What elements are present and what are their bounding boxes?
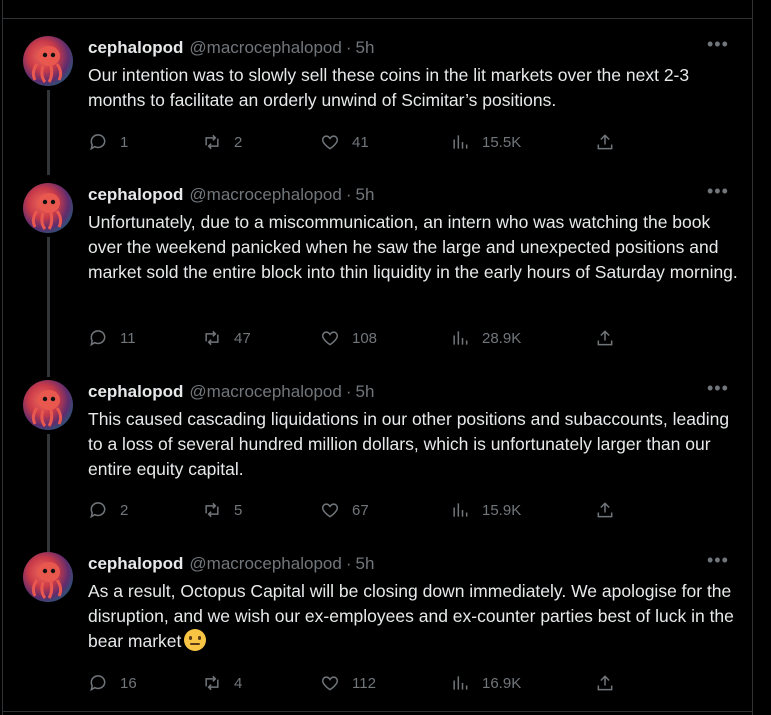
author-name[interactable]: cephalopod [88,554,183,573]
views-chart-icon [453,676,468,690]
more-horizontal-icon[interactable]: ••• [707,379,731,397]
tweet-header: cephalopod @macrocephalopod · 5h [88,554,374,574]
tweet-header: cephalopod @macrocephalopod · 5h [88,38,374,58]
more-horizontal-icon[interactable]: ••• [707,551,731,569]
separator-dot: · [345,554,352,573]
separator-dot: · [345,382,352,401]
retweet-button[interactable]: 4 [202,672,242,694]
reply-count: 16 [120,674,137,692]
tweet-actions: 16 4 112 16.9K [88,672,728,694]
share-icon [597,675,613,691]
author-name[interactable]: cephalopod [88,38,183,57]
retweet-count: 4 [234,674,243,692]
octopus-avatar-icon [31,562,63,599]
tweet-thread: cephalopod @macrocephalopod · 5h ••• Our in… [0,0,771,715]
octopus-avatar-icon [31,390,63,427]
tweet-text: Unfortunately, due to a miscommunication… [88,212,738,282]
tweet-text: As a result, Octopus Capital will be clo… [88,579,738,654]
separator-dot: · [345,185,352,204]
share-button[interactable] [595,672,615,694]
tweet-text: This caused cascading liquidations in ou… [88,409,730,479]
author-handle[interactable]: @macrocephalopod [189,382,341,401]
tweet[interactable]: cephalopod @macrocephalopod · 5h ••• As a r… [0,516,752,706]
author-name[interactable]: cephalopod [88,382,183,401]
tweet-header: cephalopod @macrocephalopod · 5h [88,185,374,205]
more-horizontal-icon[interactable]: ••• [707,35,731,53]
avatar[interactable] [23,36,73,86]
timestamp[interactable]: 5h [355,554,374,573]
tweet[interactable]: cephalopod @macrocephalopod · 5h ••• Unfort… [0,147,752,377]
heart-icon [321,676,339,691]
avatar[interactable] [23,183,73,233]
reply-button[interactable]: 16 [88,672,137,694]
avatar[interactable] [23,552,73,602]
timestamp[interactable]: 5h [355,382,374,401]
salute-emoji-icon [184,629,207,651]
more-horizontal-icon[interactable]: ••• [707,182,731,200]
timestamp[interactable]: 5h [355,38,374,57]
retweet-icon [205,675,219,691]
tweet[interactable]: cephalopod @macrocephalopod · 5h ••• This c… [0,344,752,552]
avatar[interactable] [23,380,73,430]
timestamp[interactable]: 5h [355,185,374,204]
author-handle[interactable]: @macrocephalopod [189,554,341,573]
octopus-avatar-icon [31,46,63,83]
author-handle[interactable]: @macrocephalopod [189,38,341,57]
tweet-header: cephalopod @macrocephalopod · 5h [88,382,374,402]
reply-icon [90,675,106,692]
author-handle[interactable]: @macrocephalopod [189,185,341,204]
octopus-avatar-icon [31,193,63,230]
tweet[interactable]: cephalopod @macrocephalopod · 5h ••• Our in… [0,0,752,175]
like-count: 112 [352,674,376,692]
tweet-text: Our intention was to slowly sell these c… [88,65,690,110]
views-count: 16.9K [482,674,522,692]
like-button[interactable]: 112 [320,672,376,694]
views-button[interactable]: 16.9K [450,672,521,694]
author-name[interactable]: cephalopod [88,185,183,204]
separator-dot: · [345,38,352,57]
